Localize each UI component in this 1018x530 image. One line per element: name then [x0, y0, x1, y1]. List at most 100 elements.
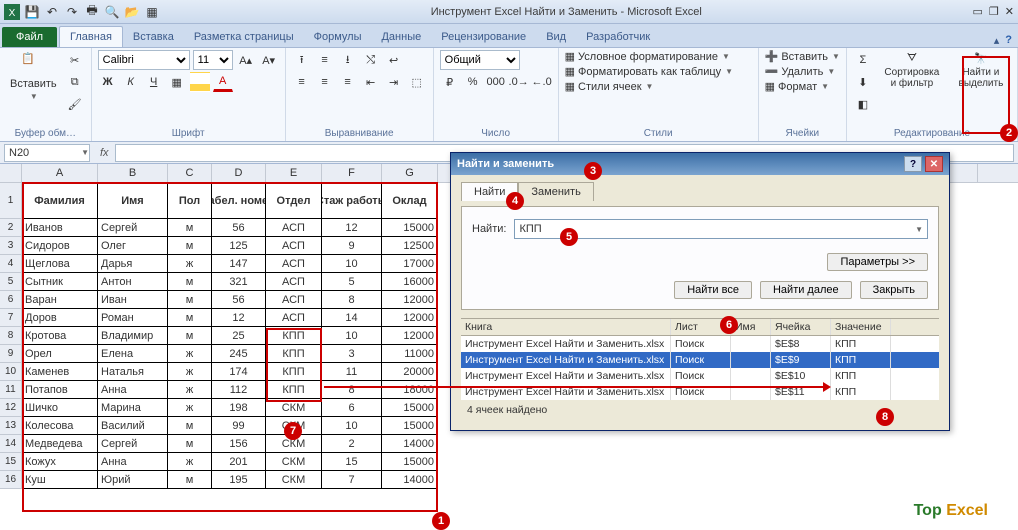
- cell[interactable]: 14: [322, 309, 382, 327]
- cell[interactable]: Куш: [22, 471, 98, 489]
- cell[interactable]: м: [168, 273, 212, 291]
- cell[interactable]: м: [168, 417, 212, 435]
- cell[interactable]: 11: [322, 363, 382, 381]
- border-icon[interactable]: ▦: [167, 72, 187, 92]
- cell[interactable]: Сергей: [98, 219, 168, 237]
- tab-home[interactable]: Главная: [59, 26, 123, 47]
- cell[interactable]: ж: [168, 453, 212, 471]
- table-header[interactable]: Фамилия: [22, 183, 98, 219]
- cell[interactable]: 25: [212, 327, 266, 345]
- cell[interactable]: 3: [322, 345, 382, 363]
- cell[interactable]: 10: [322, 327, 382, 345]
- row-header[interactable]: 6: [0, 291, 22, 309]
- col-header[interactable]: E: [266, 164, 322, 182]
- cell[interactable]: КПП: [266, 363, 322, 381]
- font-color-icon[interactable]: A: [213, 72, 233, 92]
- row-header[interactable]: 2: [0, 219, 22, 237]
- new-icon[interactable]: ▦: [144, 4, 160, 20]
- print-icon[interactable]: 🖶: [84, 4, 100, 20]
- select-all-corner[interactable]: [0, 164, 22, 182]
- cell[interactable]: 12000: [382, 291, 438, 309]
- cell[interactable]: Колесова: [22, 417, 98, 435]
- cell[interactable]: Юрий: [98, 471, 168, 489]
- row-header[interactable]: 9: [0, 345, 22, 363]
- autosum-icon[interactable]: Σ: [853, 50, 873, 70]
- cell[interactable]: Иван: [98, 291, 168, 309]
- bold-button[interactable]: Ж: [98, 72, 118, 92]
- merge-icon[interactable]: ⬚: [407, 72, 427, 92]
- cell[interactable]: АСП: [266, 219, 322, 237]
- cell[interactable]: м: [168, 219, 212, 237]
- minimize-icon[interactable]: ▭: [973, 5, 983, 18]
- cell[interactable]: 10: [322, 255, 382, 273]
- format-as-table-button[interactable]: ▦ Форматировать как таблицу▼: [565, 65, 733, 78]
- cell[interactable]: 56: [212, 291, 266, 309]
- table-header[interactable]: Оклад: [382, 183, 438, 219]
- fill-icon[interactable]: ⬇: [853, 72, 873, 92]
- cell[interactable]: 112: [212, 381, 266, 399]
- table-header[interactable]: Имя: [98, 183, 168, 219]
- result-row[interactable]: Инструмент Excel Найти и Заменить.xlsxПо…: [461, 352, 939, 368]
- cell[interactable]: 7: [322, 471, 382, 489]
- col-header[interactable]: A: [22, 164, 98, 182]
- cell[interactable]: ж: [168, 345, 212, 363]
- row-header[interactable]: 12: [0, 399, 22, 417]
- col-header[interactable]: F: [322, 164, 382, 182]
- cell[interactable]: КПП: [266, 381, 322, 399]
- table-header[interactable]: Стаж работы: [322, 183, 382, 219]
- row-header[interactable]: 11: [0, 381, 22, 399]
- clear-icon[interactable]: ◧: [853, 94, 873, 114]
- cell[interactable]: 15000: [382, 219, 438, 237]
- row-header[interactable]: 5: [0, 273, 22, 291]
- font-size-select[interactable]: 11: [193, 50, 233, 70]
- cell[interactable]: м: [168, 291, 212, 309]
- currency-icon[interactable]: ₽: [440, 72, 460, 92]
- cell[interactable]: 20000: [382, 363, 438, 381]
- decrease-font-icon[interactable]: A▾: [259, 50, 279, 70]
- dialog-tab-replace[interactable]: Заменить: [518, 182, 593, 201]
- cell[interactable]: АСП: [266, 237, 322, 255]
- row-header[interactable]: 8: [0, 327, 22, 345]
- cell[interactable]: Варан: [22, 291, 98, 309]
- conditional-formatting-button[interactable]: ▦ Условное форматирование▼: [565, 50, 730, 63]
- increase-font-icon[interactable]: A▴: [236, 50, 256, 70]
- cell[interactable]: 12: [212, 309, 266, 327]
- orientation-icon[interactable]: ⤭: [361, 50, 381, 70]
- cell[interactable]: 321: [212, 273, 266, 291]
- cell[interactable]: АСП: [266, 273, 322, 291]
- align-middle-icon[interactable]: ≡: [315, 50, 335, 70]
- cell[interactable]: м: [168, 309, 212, 327]
- cell[interactable]: Потапов: [22, 381, 98, 399]
- find-all-button[interactable]: Найти все: [674, 281, 752, 299]
- cut-icon[interactable]: ✂: [65, 50, 85, 70]
- find-select-button[interactable]: 🔭 Найти и выделить: [951, 50, 1011, 91]
- cell[interactable]: Василий: [98, 417, 168, 435]
- cell[interactable]: Каменев: [22, 363, 98, 381]
- italic-button[interactable]: К: [121, 72, 141, 92]
- tab-developer[interactable]: Разработчик: [576, 27, 660, 47]
- cell[interactable]: 14000: [382, 435, 438, 453]
- row-header[interactable]: 7: [0, 309, 22, 327]
- col-header[interactable]: B: [98, 164, 168, 182]
- cell[interactable]: Медведева: [22, 435, 98, 453]
- cell[interactable]: АСП: [266, 291, 322, 309]
- cell[interactable]: 99: [212, 417, 266, 435]
- row-header[interactable]: 13: [0, 417, 22, 435]
- tab-formulas[interactable]: Формулы: [304, 27, 372, 47]
- cell[interactable]: м: [168, 435, 212, 453]
- cell[interactable]: 8: [322, 381, 382, 399]
- cell[interactable]: м: [168, 471, 212, 489]
- tab-layout[interactable]: Разметка страницы: [184, 27, 304, 47]
- cell[interactable]: 15: [322, 453, 382, 471]
- insert-cells-button[interactable]: ➕ Вставить▼: [765, 50, 840, 63]
- cell[interactable]: Марина: [98, 399, 168, 417]
- cell[interactable]: СКМ: [266, 399, 322, 417]
- table-header[interactable]: Отдел: [266, 183, 322, 219]
- result-row[interactable]: Инструмент Excel Найти и Заменить.xlsxПо…: [461, 336, 939, 352]
- cell[interactable]: 195: [212, 471, 266, 489]
- cell[interactable]: Шичко: [22, 399, 98, 417]
- cell[interactable]: 5: [322, 273, 382, 291]
- preview-icon[interactable]: 🔍: [104, 4, 120, 20]
- row-header[interactable]: 4: [0, 255, 22, 273]
- cell[interactable]: Анна: [98, 453, 168, 471]
